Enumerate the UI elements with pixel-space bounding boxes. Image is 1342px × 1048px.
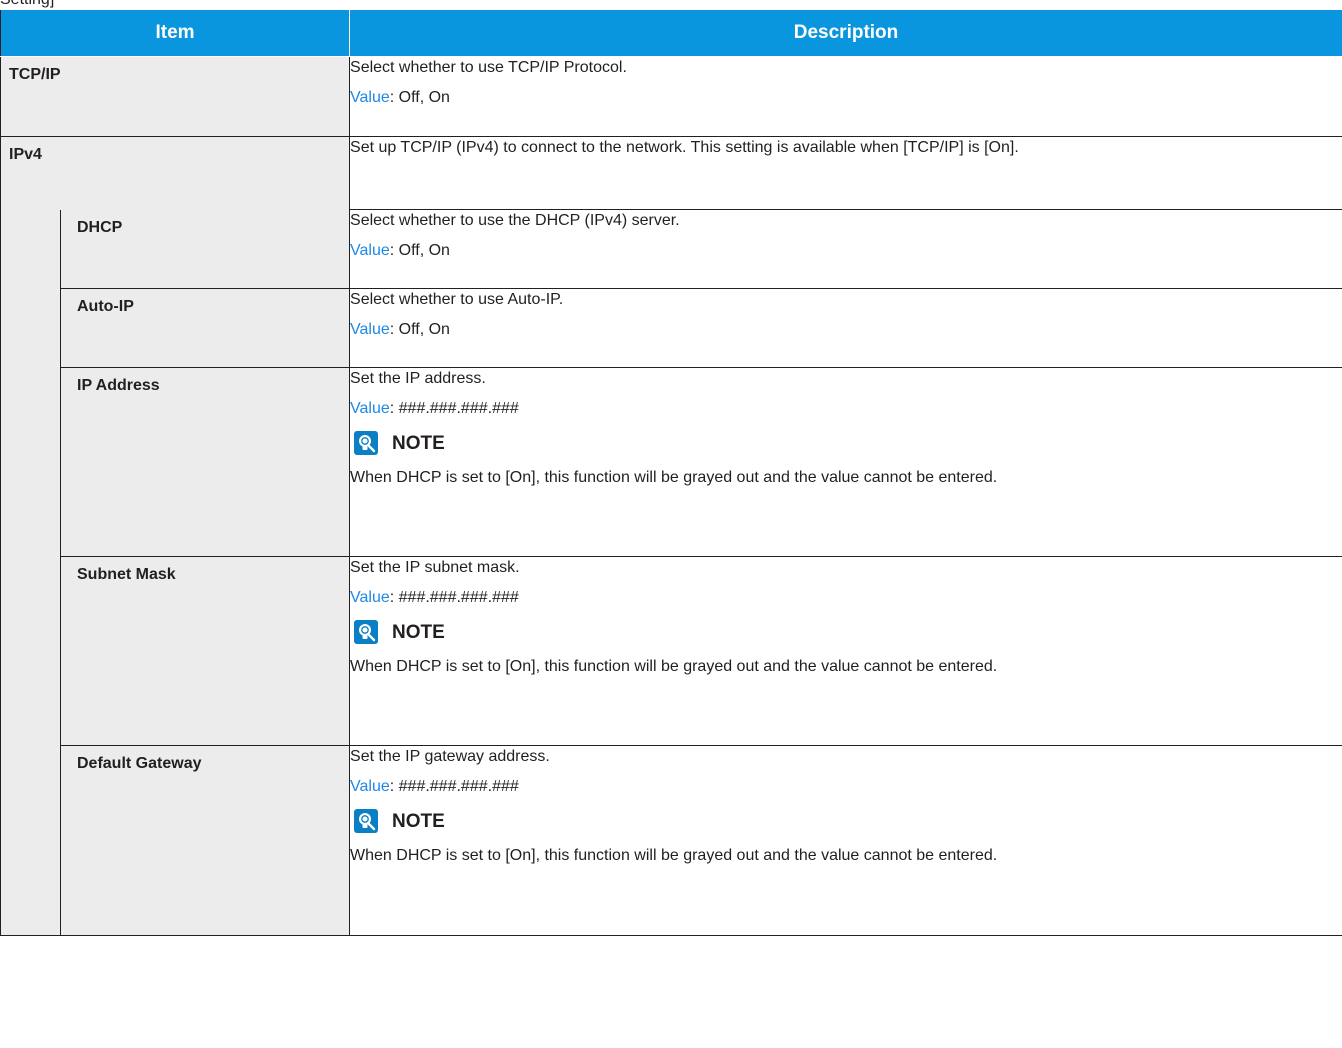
table-row: DHCP Select whether to use the DHCP (IPv…: [0, 209, 1342, 936]
value-text: : ###.###.###.###: [389, 589, 519, 606]
note-title: NOTE: [392, 432, 445, 454]
table-row: Subnet Mask Set the IP subnet mask. Valu…: [1, 556, 1342, 746]
description-cell: Set the IP gateway address. Value: ###.#…: [349, 745, 1342, 936]
value-label: Value: [350, 89, 390, 106]
indent-cell: [0, 209, 61, 936]
description-text: Select whether to use TCP/IP Protocol.: [350, 59, 627, 76]
item-cell-tcpip: TCP/IP: [0, 56, 350, 137]
header-description: Description: [349, 9, 1342, 57]
value-label: Value: [350, 778, 390, 795]
lightbulb-note-icon: [354, 431, 379, 455]
description-text: Set the IP gateway address.: [350, 748, 550, 765]
item-cell-autoip: Auto-IP: [59, 288, 350, 368]
item-label: DHCP: [77, 218, 123, 236]
item-cell-subnet: Subnet Mask: [59, 556, 350, 746]
description-cell: Set the IP subnet mask. Value: ###.###.#…: [349, 556, 1342, 746]
item-cell-dhcp: DHCP: [59, 209, 350, 289]
lightbulb-note-icon: [354, 809, 379, 833]
value-text: : Off, On: [389, 242, 450, 259]
table-row: IPv4 Set up TCP/IP (IPv4) to connect to …: [0, 136, 1342, 210]
note-heading: NOTE: [350, 809, 1342, 833]
table-header-row: Item Description: [0, 9, 1342, 57]
value-line: Value: ###.###.###.###: [350, 588, 1342, 608]
description-text: Set the IP subnet mask.: [350, 559, 520, 576]
description-text: Select whether to use Auto-IP.: [350, 291, 564, 308]
value-text: : Off, On: [389, 321, 450, 338]
description-cell: Select whether to use Auto-IP. Value: Of…: [349, 288, 1342, 368]
item-label: Subnet Mask: [77, 566, 176, 583]
settings-table: Item Description TCP/IP Select whether t…: [0, 9, 1342, 936]
table-row: IP Address Set the IP address. Value: ##…: [1, 367, 1342, 557]
note-title: NOTE: [392, 621, 445, 643]
value-line: Value: Off, On: [350, 88, 1342, 108]
item-label: Default Gateway: [77, 755, 202, 772]
item-label: IPv4: [9, 146, 42, 163]
note-heading: NOTE: [350, 431, 1342, 455]
table-row: Auto-IP Select whether to use Auto-IP. V…: [1, 288, 1342, 368]
value-text: : Off, On: [389, 89, 450, 106]
description-text: Select whether to use the DHCP (IPv4) se…: [350, 212, 680, 229]
item-cell-ipaddress: IP Address: [59, 367, 350, 557]
lightbulb-note-icon: [354, 620, 379, 644]
table-row: Default Gateway Set the IP gateway addre…: [1, 745, 1342, 936]
value-label: Value: [350, 400, 390, 417]
page-fragment-text: Setting]: [0, 0, 54, 9]
note-text: When DHCP is set to [On], this function …: [350, 469, 998, 486]
value-line: Value: ###.###.###.###: [350, 399, 1342, 419]
item-cell-gateway: Default Gateway: [59, 745, 350, 936]
value-line: Value: Off, On: [350, 241, 1342, 261]
description-text: Set the IP address.: [350, 370, 486, 387]
note-heading: NOTE: [350, 620, 1342, 644]
value-text: : ###.###.###.###: [389, 400, 519, 417]
table-row: TCP/IP Select whether to use TCP/IP Prot…: [0, 56, 1342, 137]
description-text: Set up TCP/IP (IPv4) to connect to the n…: [350, 139, 1019, 156]
description-cell: Select whether to use the DHCP (IPv4) se…: [349, 209, 1342, 289]
note-text: When DHCP is set to [On], this function …: [350, 847, 998, 864]
description-cell: Set up TCP/IP (IPv4) to connect to the n…: [349, 136, 1342, 210]
value-label: Value: [350, 321, 390, 338]
value-line: Value: ###.###.###.###: [350, 777, 1342, 797]
value-text: : ###.###.###.###: [389, 778, 519, 795]
description-cell: Set the IP address. Value: ###.###.###.#…: [349, 367, 1342, 557]
value-label: Value: [350, 242, 390, 259]
header-item: Item: [0, 9, 351, 57]
item-label: Auto-IP: [77, 298, 134, 315]
item-cell-ipv4: IPv4: [0, 136, 350, 210]
note-text: When DHCP is set to [On], this function …: [350, 658, 998, 675]
note-title: NOTE: [392, 810, 445, 832]
value-line: Value: Off, On: [350, 320, 1342, 340]
item-label: IP Address: [77, 377, 160, 394]
description-cell: Select whether to use TCP/IP Protocol. V…: [349, 56, 1342, 137]
item-label: TCP/IP: [9, 66, 61, 83]
value-label: Value: [350, 589, 390, 606]
